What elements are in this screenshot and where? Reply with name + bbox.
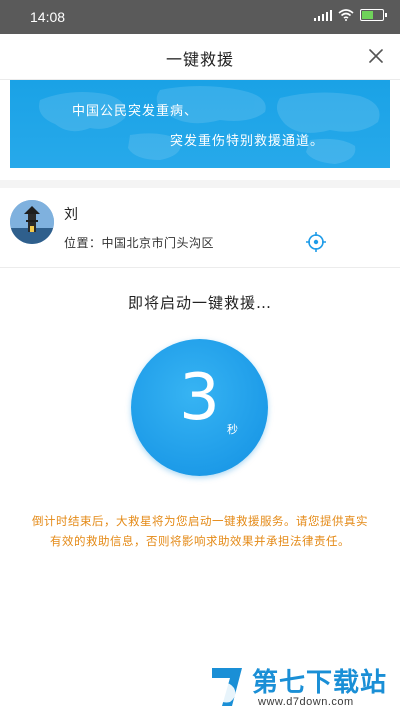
status-time: 14:08	[30, 9, 66, 25]
banner-line-2: 突发重伤特别救援通道。	[170, 134, 325, 149]
countdown-unit: 秒	[227, 423, 238, 436]
watermark: 第七下载站 www.d7down.com	[200, 660, 400, 711]
watermark-title: 第七下载站	[252, 668, 388, 698]
countdown-button[interactable]: 3 秒	[131, 339, 268, 476]
signal-icon	[314, 9, 332, 21]
watermark-url: www.d7down.com	[258, 696, 354, 708]
close-icon[interactable]	[364, 44, 388, 68]
location-text: 位置：中国北京市门头沟区	[64, 236, 215, 250]
notice-text: 倒计时结束后，大救星将为您启动一键救援服务。请您提供真实有效的救助信息，否则将影…	[32, 514, 368, 548]
status-text: 即将启动一键救援…	[127, 294, 272, 312]
countdown-value: 3	[179, 361, 220, 435]
avatar	[10, 200, 54, 244]
banner-line-1: 中国公民突发重病、	[72, 104, 199, 119]
section-divider	[0, 180, 400, 188]
nav-bar: 一键救援	[0, 34, 400, 80]
world-map-image	[39, 86, 380, 164]
user-info: 刘 位置：中国北京市门头沟区	[0, 188, 400, 268]
battery-charging-icon	[360, 9, 387, 21]
wifi-icon	[338, 9, 354, 21]
page-title: 一键救援	[165, 50, 234, 69]
status-bar: 14:08	[0, 0, 400, 34]
status-icons	[314, 9, 387, 21]
banner: 中国公民突发重病、 突发重伤特别救援通道。	[10, 80, 390, 168]
user-name: 刘	[64, 207, 78, 223]
crosshair-icon[interactable]	[305, 231, 327, 253]
site-logo-icon	[212, 668, 242, 706]
